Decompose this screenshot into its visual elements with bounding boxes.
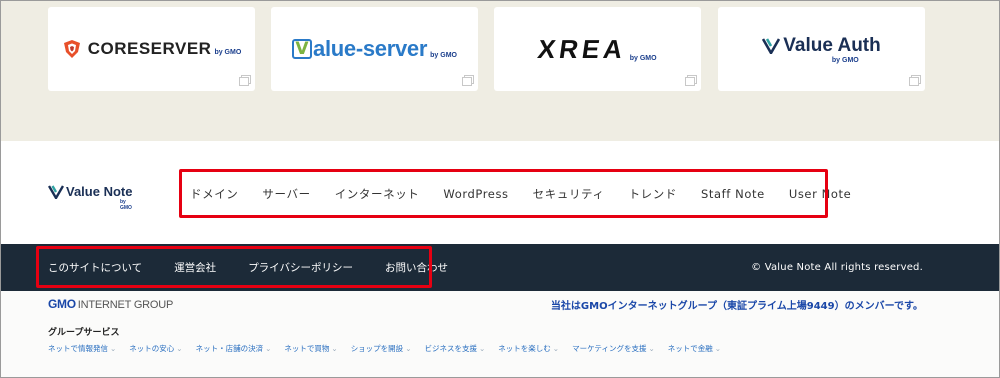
value-note-logo[interactable]: Value Note by GMO (48, 184, 133, 211)
xrea-banner[interactable]: XREA by GMO (494, 7, 701, 91)
value-auth-by-gmo: by GMO (831, 56, 859, 64)
gmo-logo-mark: GMO (48, 297, 76, 311)
chevron-down-icon: ⌄ (331, 344, 338, 353)
group-services-title: グループサービス (48, 328, 120, 338)
group-link[interactable]: ネットで金融 ⌄ (668, 343, 721, 354)
value-auth-v-icon (762, 37, 781, 54)
footer-nav-highlight-box (36, 246, 432, 288)
value-auth-logo: Value Auth by GMO (762, 34, 881, 64)
chevron-down-icon: ⌄ (176, 344, 183, 353)
group-link[interactable]: ネットの安心 ⌄ (129, 343, 182, 354)
group-link[interactable]: ネットを楽しむ ⌄ (498, 343, 559, 354)
group-link[interactable]: ショップを開設 ⌄ (351, 343, 412, 354)
coreserver-banner[interactable]: CORESERVER by GMO (48, 7, 255, 91)
value-auth-banner[interactable]: Value Auth by GMO (718, 7, 925, 91)
gmo-member-link[interactable]: 当社はGMOインターネットグループ（東証プライム上場9449）のメンバーです。 (551, 297, 923, 312)
page-frame: CORESERVER by GMO V alue-server by GMO X… (0, 0, 1000, 378)
chevron-down-icon: ⌄ (405, 344, 412, 353)
copyright-text: © Value Note All rights reserved. (751, 262, 923, 273)
group-link[interactable]: マーケティングを支援 ⌄ (572, 343, 655, 354)
external-link-icon (462, 75, 474, 86)
value-note-logo-text: Value Note (66, 184, 133, 199)
group-link[interactable]: ネットで情報発信 ⌄ (48, 343, 116, 354)
value-server-by-gmo: by GMO (430, 52, 457, 59)
coreserver-by-gmo: by GMO (214, 49, 242, 56)
gmo-logo-text: INTERNET GROUP (77, 299, 174, 311)
group-services-links: ネットで情報発信 ⌄ ネットの安心 ⌄ ネット・店舗の決済 ⌄ ネットで買物 ⌄ ショッ… (48, 343, 734, 354)
external-link-icon (239, 75, 251, 86)
main-nav-highlight-box (179, 169, 828, 218)
group-link[interactable]: ビジネスを支援 ⌄ (424, 343, 485, 354)
coreserver-shield-icon (63, 40, 80, 58)
value-auth-logo-text: Value Auth (783, 34, 881, 56)
value-server-banner[interactable]: V alue-server by GMO (271, 7, 478, 91)
value-server-v-mark: V (292, 39, 313, 59)
value-server-logo-text: alue-server (313, 36, 428, 61)
external-link-icon (685, 75, 697, 86)
chevron-down-icon: ⌄ (110, 344, 117, 353)
value-note-v-icon (48, 184, 64, 199)
xrea-by-gmo: by GMO (629, 54, 657, 62)
coreserver-logo-text: CORESERVER (87, 39, 212, 58)
chevron-down-icon: ⌄ (714, 344, 722, 353)
xrea-logo-text: XREA (536, 33, 629, 64)
group-link[interactable]: ネット・店舗の決済 ⌄ (196, 343, 272, 354)
chevron-down-icon: ⌄ (478, 344, 486, 353)
value-note-by-gmo: by GMO (120, 199, 132, 211)
gmo-internet-group-logo[interactable]: GMO INTERNET GROUP (48, 297, 173, 311)
xrea-logo: XREA by GMO (536, 33, 657, 65)
chevron-down-icon: ⌄ (648, 344, 655, 353)
coreserver-logo: CORESERVER by GMO (62, 39, 242, 59)
external-link-icon (909, 75, 921, 86)
chevron-down-icon: ⌄ (265, 344, 272, 353)
chevron-down-icon: ⌄ (552, 344, 560, 353)
value-server-logo: V alue-server by GMO (292, 36, 457, 62)
group-link[interactable]: ネットで買物 ⌄ (284, 343, 337, 354)
